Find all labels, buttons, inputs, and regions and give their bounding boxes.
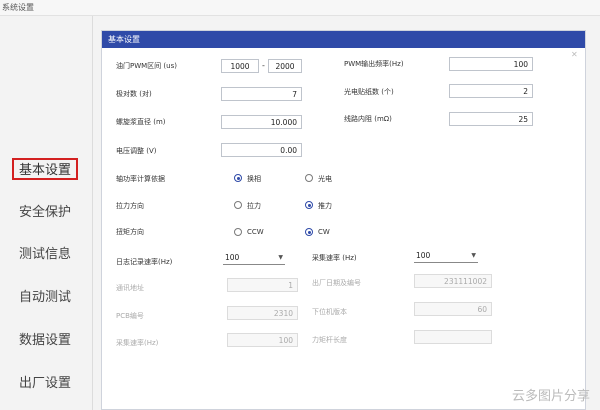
pcb-no-label: PCB编号 — [116, 312, 144, 320]
fw-version-label: 下位机版本 — [312, 308, 347, 316]
photo-count-label: 光电贴纸数 (个) — [344, 88, 394, 96]
sidebar: 基本设置 安全保护 测试信息 自动测试 数据设置 出厂设置 — [0, 16, 93, 410]
sample-rate2-label: 采集速率(Hz) — [116, 339, 159, 347]
sidebar-item-data-settings[interactable]: 数据设置 — [12, 330, 78, 352]
prop-radius-label: 螺旋浆直径 (m) — [116, 118, 166, 126]
pwm-freq-input[interactable]: 100 — [449, 57, 533, 71]
close-icon[interactable]: ✕ — [571, 51, 579, 59]
comm-addr-label: 通讯地址 — [116, 284, 144, 292]
chevron-down-icon: ▼ — [278, 254, 283, 261]
pole-pairs-label: 极对数 (对) — [116, 90, 152, 98]
log-rate-value: 100 — [225, 253, 240, 262]
pull-dir-pull-label: 拉力 — [247, 202, 261, 210]
line-res-label: 线路内阻 (mΩ) — [344, 115, 392, 123]
sidebar-item-auto-test[interactable]: 自动测试 — [12, 287, 78, 309]
torque-dir-label: 扭矩方向 — [116, 228, 144, 236]
shaft-power-photo-radio[interactable] — [305, 174, 313, 182]
shaft-power-commutation-radio[interactable] — [234, 174, 242, 182]
torque-dir-cw-label: CW — [318, 228, 330, 236]
shaft-power-label: 轴功率计算依据 — [116, 175, 165, 183]
chevron-down-icon: ▼ — [471, 252, 476, 259]
log-rate-select[interactable]: 100 ▼ — [223, 251, 285, 265]
line-res-input[interactable]: 25 — [449, 112, 533, 126]
range-dash: - — [262, 61, 265, 70]
pull-dir-push-label: 推力 — [318, 202, 332, 210]
sidebar-item-safety-protection[interactable]: 安全保护 — [12, 202, 78, 224]
arm-len-label: 力矩杆长度 — [312, 336, 347, 344]
voltage-adj-label: 电压调整 (V) — [116, 147, 157, 155]
sample-rate-label: 采集速率 (Hz) — [312, 254, 357, 262]
factory-date-label: 出厂日期及编号 — [312, 279, 361, 287]
comm-addr-input[interactable]: 1 — [227, 278, 298, 292]
pull-dir-pull-radio[interactable] — [234, 201, 242, 209]
torque-dir-ccw-label: CCW — [247, 228, 264, 236]
throttle-label: 油门PWM区间 (us) — [116, 62, 177, 70]
sidebar-item-factory-settings[interactable]: 出厂设置 — [12, 373, 78, 395]
pcb-no-input[interactable]: 2310 — [227, 306, 298, 320]
pull-dir-label: 拉力方向 — [116, 202, 144, 210]
throttle-min-input[interactable]: 1000 — [221, 59, 259, 73]
log-rate-label: 日志记录速率(Hz) — [116, 258, 173, 266]
sample-rate-select[interactable]: 100 ▼ — [414, 249, 478, 263]
fw-version-input[interactable]: 60 — [414, 302, 492, 316]
voltage-adj-input[interactable]: 0.00 — [221, 143, 302, 157]
sample-rate2-input[interactable]: 100 — [227, 333, 298, 347]
photo-count-input[interactable]: 2 — [449, 84, 533, 98]
sidebar-item-test-info[interactable]: 测试信息 — [12, 244, 78, 266]
arm-len-input[interactable] — [414, 330, 492, 344]
pwm-freq-label: PWM输出频率(Hz) — [344, 60, 404, 68]
shaft-power-commutation-label: 换相 — [247, 175, 261, 183]
prop-radius-input[interactable]: 10.000 — [221, 115, 302, 129]
factory-date-input[interactable]: 231111002 — [414, 274, 492, 288]
shaft-power-photo-label: 光电 — [318, 175, 332, 183]
pole-pairs-input[interactable]: 7 — [221, 87, 302, 101]
settings-panel: 基本设置 ✕ 油门PWM区间 (us) 1000 - 2000 PWM输出频率(… — [101, 30, 586, 410]
sample-rate-value: 100 — [416, 251, 431, 260]
watermark: 云多图片分享 — [511, 389, 590, 404]
torque-dir-ccw-radio[interactable] — [234, 228, 242, 236]
panel-title: 基本设置 — [102, 31, 585, 48]
torque-dir-cw-radio[interactable] — [305, 228, 313, 236]
pull-dir-push-radio[interactable] — [305, 201, 313, 209]
sidebar-item-basic-settings[interactable]: 基本设置 — [12, 158, 78, 180]
window-title: 系统设置 — [0, 0, 600, 16]
throttle-max-input[interactable]: 2000 — [268, 59, 302, 73]
